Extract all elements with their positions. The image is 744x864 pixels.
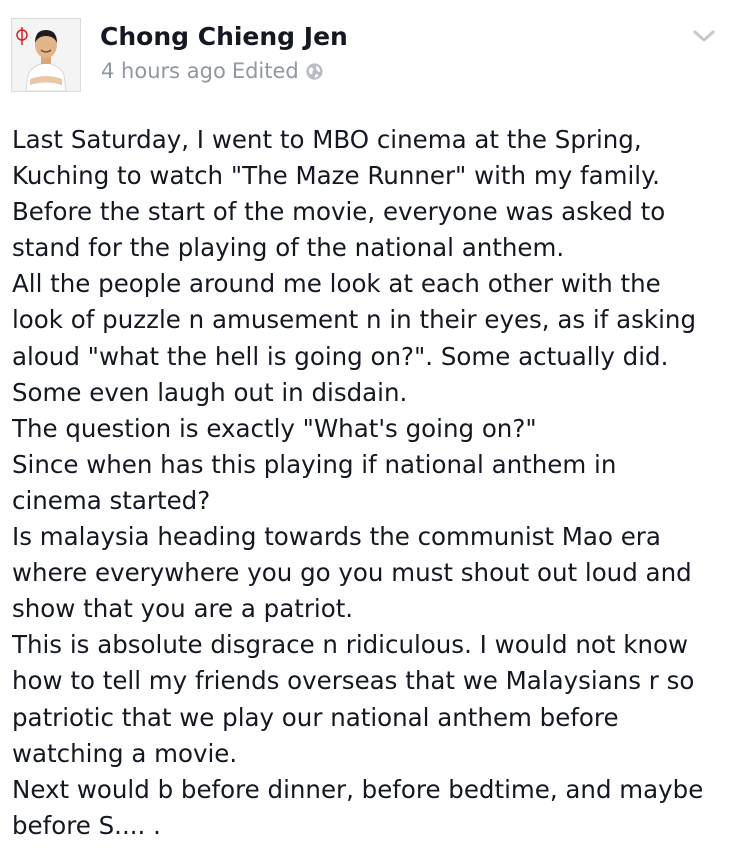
edited-label[interactable]: Edited bbox=[232, 59, 299, 83]
post-text-line: how to tell my friends overseas that we … bbox=[12, 666, 695, 696]
post-text-line: show that you are a patriot. bbox=[12, 594, 354, 624]
post-text-line: before S.... . bbox=[12, 810, 161, 840]
globe-icon[interactable] bbox=[305, 62, 324, 81]
post-text-line: This is absolute disgrace n ridiculous. … bbox=[12, 630, 689, 660]
avatar[interactable] bbox=[11, 18, 81, 92]
post-meta: 4 hours ago Edited bbox=[101, 59, 324, 83]
post-text-line: watching a movie. bbox=[12, 738, 238, 768]
post-text-line: Before the start of the movie, everyone … bbox=[12, 197, 666, 227]
post-text-line: aloud "what the hell is going on?". Some… bbox=[12, 341, 669, 371]
post-text-line: where everywhere you go you must shout o… bbox=[12, 558, 692, 588]
post-text-line: look of puzzle n amusement n in their ey… bbox=[12, 305, 696, 335]
post-text-line: Last Saturday, I went to MBO cinema at t… bbox=[12, 125, 642, 154]
profile-photo bbox=[12, 19, 80, 91]
post-text-line: All the people around me look at each ot… bbox=[12, 269, 661, 299]
post-text-line: Next would b before dinner, before bedti… bbox=[12, 774, 704, 804]
post-text-line: Kuching to watch "The Maze Runner" with … bbox=[12, 161, 660, 191]
post-text-line: Is malaysia heading towards the communis… bbox=[12, 522, 661, 552]
post-text-line: The question is exactly "What's going on… bbox=[12, 413, 537, 443]
post-text-line: Some even laugh out in disdain. bbox=[12, 377, 408, 407]
post-text-line: patriotic that we play our national anth… bbox=[12, 702, 619, 732]
post-text-line: Since when has this playing if national … bbox=[12, 449, 617, 479]
post-text-line: cinema started? bbox=[12, 485, 211, 515]
chevron-down-icon[interactable] bbox=[692, 28, 716, 44]
post-header: Chong Chieng Jen 4 hours ago Edited bbox=[0, 0, 744, 100]
post-text-line: stand for the playing of the national an… bbox=[12, 233, 565, 263]
post-text: Last Saturday, I went to MBO cinema at t… bbox=[12, 122, 740, 844]
author-name[interactable]: Chong Chieng Jen bbox=[100, 22, 348, 51]
post-timestamp[interactable]: 4 hours ago bbox=[101, 59, 226, 83]
